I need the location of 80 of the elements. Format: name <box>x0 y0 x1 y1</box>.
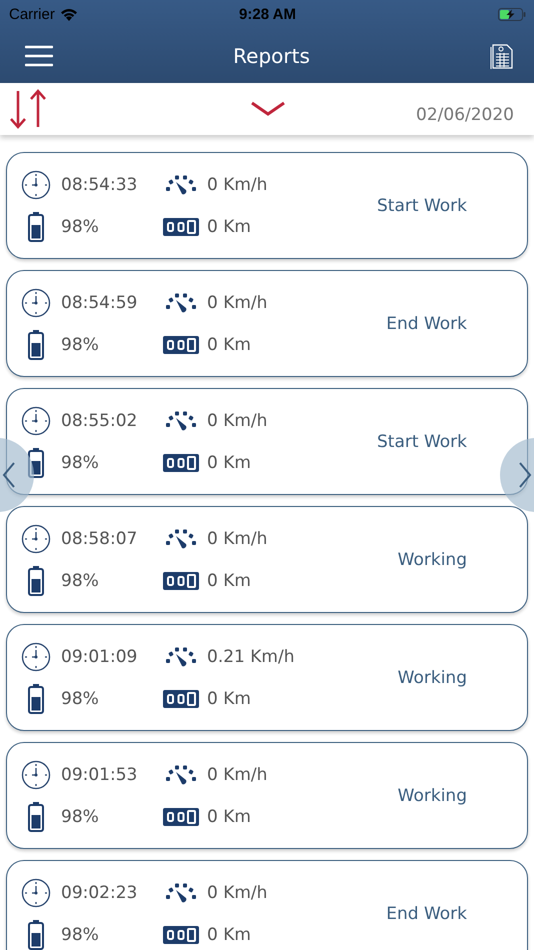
speedometer-icon <box>165 528 197 550</box>
battery-level-icon <box>28 448 44 478</box>
time-value: 09:01:53 <box>61 764 138 784</box>
speedometer-icon <box>165 174 197 196</box>
clock-icon <box>21 170 51 200</box>
clock-icon <box>21 406 51 436</box>
date-label: 02/06/2020 <box>416 105 514 125</box>
report-card[interactable]: 08:54:33 0 Km/h 98% 0 Km Start Work <box>6 152 528 259</box>
distance-value: 0 Km <box>207 452 252 472</box>
chevron-right-icon <box>518 461 532 489</box>
distance-value: 0 Km <box>207 216 252 236</box>
status-label: Start Work <box>377 432 467 452</box>
speedometer-icon <box>165 882 197 904</box>
odometer-icon <box>163 454 199 472</box>
distance-value: 0 Km <box>207 924 252 944</box>
clock-icon <box>21 524 51 554</box>
time-value: 09:02:23 <box>61 882 138 902</box>
report-card[interactable]: 09:02:23 0 Km/h 98% 0 Km End Work <box>6 860 528 950</box>
speedometer-icon <box>165 410 197 432</box>
status-label: Start Work <box>377 196 467 216</box>
speed-value: 0 Km/h <box>207 764 268 784</box>
odometer-icon <box>163 926 199 944</box>
status-label: End Work <box>386 904 467 924</box>
battery-value: 98% <box>61 924 100 944</box>
battery-value: 98% <box>61 806 100 826</box>
odometer-icon <box>163 336 199 354</box>
odometer-icon <box>163 218 199 236</box>
distance-value: 0 Km <box>207 570 252 590</box>
speed-value: 0 Km/h <box>207 528 268 548</box>
time-value: 08:54:33 <box>61 174 138 194</box>
time-value: 08:54:59 <box>61 292 138 312</box>
time-value: 08:58:07 <box>61 528 138 548</box>
distance-value: 0 Km <box>207 334 252 354</box>
battery-value: 98% <box>61 452 100 472</box>
carrier-label: Carrier <box>9 6 55 22</box>
clock-icon <box>21 642 51 672</box>
screen-title: Reports <box>233 44 310 68</box>
time-value: 09:01:09 <box>61 646 138 666</box>
odometer-icon <box>163 690 199 708</box>
report-card[interactable]: 09:01:53 0 Km/h 98% 0 Km Working <box>6 742 528 849</box>
speed-value: 0 Km/h <box>207 882 268 902</box>
status-label: Working <box>398 550 467 570</box>
battery-value: 98% <box>61 216 100 236</box>
report-card[interactable]: 08:54:59 0 Km/h 98% 0 Km End Work <box>6 270 528 377</box>
wifi-icon <box>60 8 78 20</box>
battery-value: 98% <box>61 688 100 708</box>
battery-level-icon <box>28 802 44 832</box>
speed-value: 0 Km/h <box>207 410 268 430</box>
status-label: Working <box>398 786 467 806</box>
status-label: Working <box>398 668 467 688</box>
document-button[interactable] <box>490 42 514 70</box>
battery-level-icon <box>28 330 44 360</box>
menu-button[interactable] <box>25 44 53 66</box>
report-card[interactable]: 09:01:09 0.21 Km/h 98% 0 Km Working <box>6 624 528 731</box>
distance-value: 0 Km <box>207 806 252 826</box>
clock-icon <box>21 760 51 790</box>
battery-value: 98% <box>61 334 100 354</box>
odometer-icon <box>163 572 199 590</box>
speed-value: 0.21 Km/h <box>207 646 294 666</box>
distance-value: 0 Km <box>207 688 252 708</box>
battery-level-icon <box>28 566 44 596</box>
clock-icon <box>21 288 51 318</box>
speedometer-icon <box>165 646 197 668</box>
speed-value: 0 Km/h <box>207 174 268 194</box>
speedometer-icon <box>165 292 197 314</box>
chevron-down-button[interactable] <box>250 100 286 118</box>
battery-level-icon <box>28 212 44 242</box>
battery-value: 98% <box>61 570 100 590</box>
battery-level-icon <box>28 920 44 950</box>
battery-level-icon <box>28 684 44 714</box>
odometer-icon <box>163 808 199 826</box>
chevron-left-icon <box>2 461 16 489</box>
clock-icon <box>21 878 51 908</box>
report-card[interactable]: 08:58:07 0 Km/h 98% 0 Km Working <box>6 506 528 613</box>
speed-value: 0 Km/h <box>207 292 268 312</box>
time-value: 08:55:02 <box>61 410 138 430</box>
report-card[interactable]: 08:55:02 0 Km/h 98% 0 Km Start Work <box>6 388 528 495</box>
status-label: End Work <box>386 314 467 334</box>
clock-time: 9:28 AM <box>239 6 296 22</box>
speedometer-icon <box>165 764 197 786</box>
